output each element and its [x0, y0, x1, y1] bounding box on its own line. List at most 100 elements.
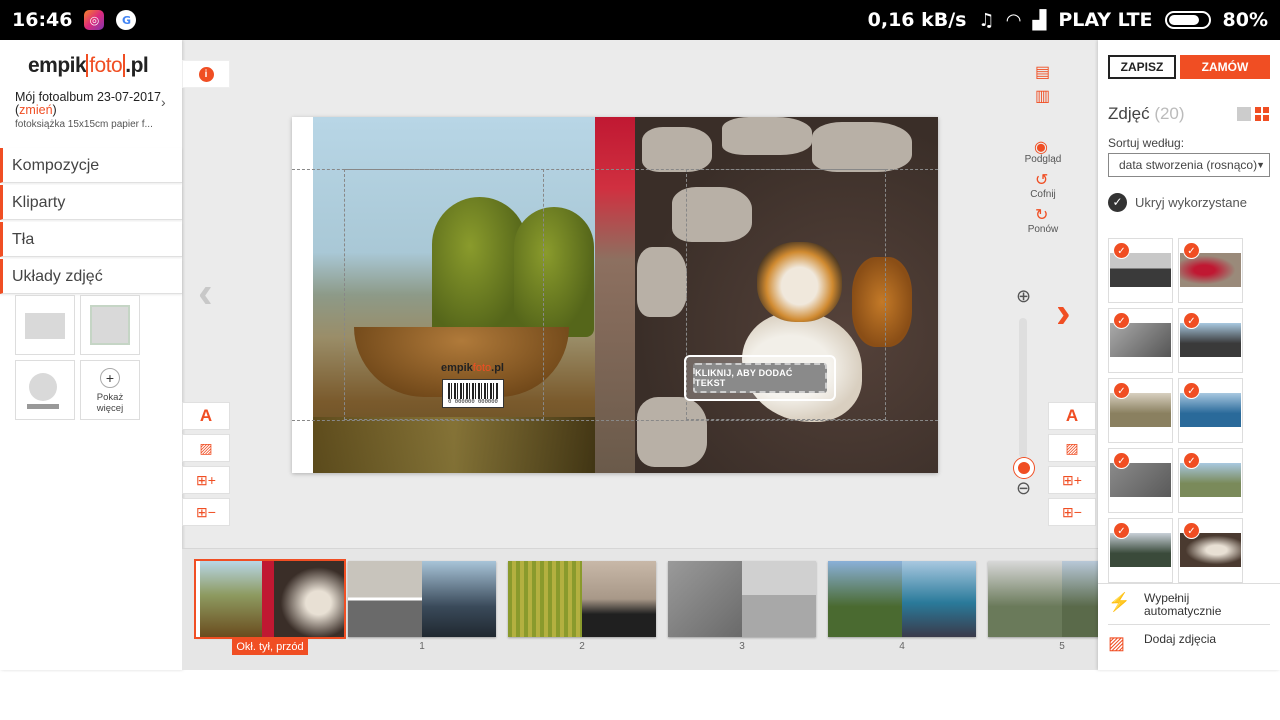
view-toggle[interactable]	[1237, 107, 1271, 121]
used-check-icon: ✓	[1183, 242, 1200, 259]
photo-thumbnail[interactable]: ✓	[1178, 238, 1243, 303]
menu-item-uklady-zdjec[interactable]: Układy zdjęć	[0, 259, 182, 294]
thumbnail-page-3[interactable]	[668, 561, 816, 637]
menu-item-kliparty[interactable]: Kliparty	[0, 185, 182, 220]
add-text-button-left[interactable]: A	[182, 402, 230, 430]
zoom-slider-handle[interactable]	[1014, 458, 1034, 478]
zoom-in-icon[interactable]: ⊕	[1016, 286, 1031, 307]
add-page-button-right[interactable]: ⊞+	[1048, 466, 1096, 494]
photo-thumbnail[interactable]: ✓	[1108, 378, 1173, 443]
left-panel: empik foto .pl Mój fotoalbum 23-07-2017 (z…	[0, 40, 182, 670]
photo-thumbnail[interactable]: ✓	[1178, 518, 1243, 583]
photos-count: (20)	[1154, 104, 1185, 123]
photo-thumbnail[interactable]: ✓	[1108, 518, 1173, 583]
ground-shadow	[313, 417, 595, 473]
layout-tile-square[interactable]	[80, 295, 140, 355]
add-page-button-left[interactable]: ⊞+	[182, 466, 230, 494]
layout-oval-icon	[29, 373, 57, 401]
add-text-button-right[interactable]: A	[1048, 402, 1096, 430]
thumbnail-page-4[interactable]	[828, 561, 976, 637]
photo-thumbnail[interactable]: ✓	[1178, 378, 1243, 443]
google-icon: G	[116, 10, 137, 30]
save-button[interactable]: ZAPISZ	[1108, 55, 1176, 79]
zoom-out-icon[interactable]: ⊖	[1016, 478, 1031, 499]
sort-select[interactable]: data stworzenia (rosnąco) ▼	[1108, 153, 1270, 177]
album-change[interactable]: (zmień)	[15, 103, 57, 117]
info-button[interactable]: i	[182, 60, 230, 88]
menu-item-tla[interactable]: Tła	[0, 222, 182, 257]
layout-tile-oval[interactable]	[15, 360, 75, 420]
redo-label[interactable]: Ponów	[1018, 224, 1068, 235]
status-bar: 16:46 ◎ G 0,16 kB/s ♫ ◠ ▟ PLAY LTE 80%	[0, 0, 1280, 40]
pages-view-icon[interactable]: ▤	[1035, 62, 1050, 82]
thumb-photo	[508, 561, 582, 637]
thumb-photo	[422, 561, 496, 637]
thumbnail-label-1[interactable]: 1	[348, 641, 496, 652]
thumbnail-page-1[interactable]	[348, 561, 496, 637]
thumb-photo	[582, 561, 656, 637]
thumbnail-label-3[interactable]: 3	[668, 641, 816, 652]
photo-thumbnail[interactable]: ✓	[1178, 448, 1243, 513]
undo-icon[interactable]: ↺	[1035, 170, 1048, 190]
add-image-button-left[interactable]: ▨	[182, 434, 230, 462]
order-button[interactable]: ZAMÓW	[1180, 55, 1270, 79]
thumb-spine	[262, 561, 274, 637]
add-text-box[interactable]: KLIKNIJ, ABY DODAĆ TEKST	[684, 355, 836, 401]
thumb-photo	[902, 561, 976, 637]
image-icon: ▨	[199, 439, 213, 456]
thumbnail-page-2[interactable]	[508, 561, 656, 637]
photo-thumbnail[interactable]: ✓	[1108, 238, 1173, 303]
show-more-layouts-button[interactable]: + Pokaż więcej	[80, 360, 140, 420]
album-spread[interactable]: empikfoto.pl 0 000000 000000 KLIKNIJ, AB…	[292, 117, 938, 473]
next-spread-arrow[interactable]: ›	[1056, 288, 1071, 338]
grid-view-icon[interactable]	[1255, 107, 1269, 121]
used-check-icon: ✓	[1183, 452, 1200, 469]
used-check-icon: ✓	[1183, 312, 1200, 329]
thumb-photo	[988, 561, 1062, 637]
hide-used-toggle[interactable]: ✓ Ukryj wykorzystane	[1108, 193, 1247, 212]
status-time: 16:46	[12, 9, 73, 31]
thumbnail-label-cover[interactable]: Okł. tył, przód	[196, 639, 344, 655]
safe-area-guide	[344, 169, 544, 420]
thumbnail-cover[interactable]	[194, 559, 346, 639]
rock-shape	[642, 127, 712, 172]
layout-caption-bar	[27, 404, 59, 409]
layout-landscape-icon	[25, 313, 65, 339]
autofill-button[interactable]: ⚡ Wypełnij automatycznie	[1108, 592, 1221, 618]
preview-label[interactable]: Podgląd	[1018, 154, 1068, 165]
photo-thumbnail[interactable]: ✓	[1178, 308, 1243, 373]
used-check-icon: ✓	[1113, 242, 1130, 259]
thumbnail-label-4[interactable]: 4	[828, 641, 976, 652]
album-title[interactable]: Mój fotoalbum 23-07-2017	[15, 90, 161, 104]
spread-view-icon[interactable]: ▥	[1035, 86, 1050, 106]
previous-spread-arrow[interactable]: ‹	[198, 268, 213, 318]
page-thumbnail-strip[interactable]: Okł. tył, przód 1 2 3 4 5	[182, 548, 1136, 670]
status-right: 0,16 kB/s ♫ ◠ ▟ PLAY LTE 80%	[868, 0, 1268, 40]
chevron-right-icon[interactable]: ›	[161, 94, 166, 110]
thumbnail-label-2[interactable]: 2	[508, 641, 656, 652]
undo-label[interactable]: Cofnij	[1018, 189, 1068, 200]
layout-tile-landscape[interactable]	[15, 295, 75, 355]
used-check-icon: ✓	[1183, 522, 1200, 539]
wifi-icon: ◠	[1006, 9, 1021, 31]
caret-down-icon: ▼	[1256, 160, 1265, 170]
album-change-link[interactable]: zmień	[19, 103, 52, 117]
magic-wand-icon: ⚡	[1108, 592, 1131, 612]
empik-foto-logo[interactable]: empik foto .pl	[28, 54, 149, 78]
rock-shape	[637, 247, 687, 317]
add-image-button-right[interactable]: ▨	[1048, 434, 1096, 462]
single-view-icon[interactable]	[1237, 107, 1251, 121]
remove-page-button-left[interactable]: ⊞−	[182, 498, 230, 526]
zoom-slider-track[interactable]	[1019, 318, 1027, 458]
remove-page-button-right[interactable]: ⊞−	[1048, 498, 1096, 526]
headphones-icon: ♫	[978, 9, 995, 31]
image-icon: ▨	[1065, 439, 1079, 456]
redo-icon[interactable]: ↻	[1035, 205, 1048, 225]
used-check-icon: ✓	[1183, 382, 1200, 399]
add-photos-button[interactable]: ▨ Dodaj zdjęcia	[1108, 633, 1216, 654]
plus-icon: +	[100, 368, 120, 388]
menu-item-kompozycje[interactable]: Kompozycje	[0, 148, 182, 183]
photo-thumbnail[interactable]: ✓	[1108, 308, 1173, 373]
used-check-icon: ✓	[1113, 522, 1130, 539]
photo-thumbnail[interactable]: ✓	[1108, 448, 1173, 513]
